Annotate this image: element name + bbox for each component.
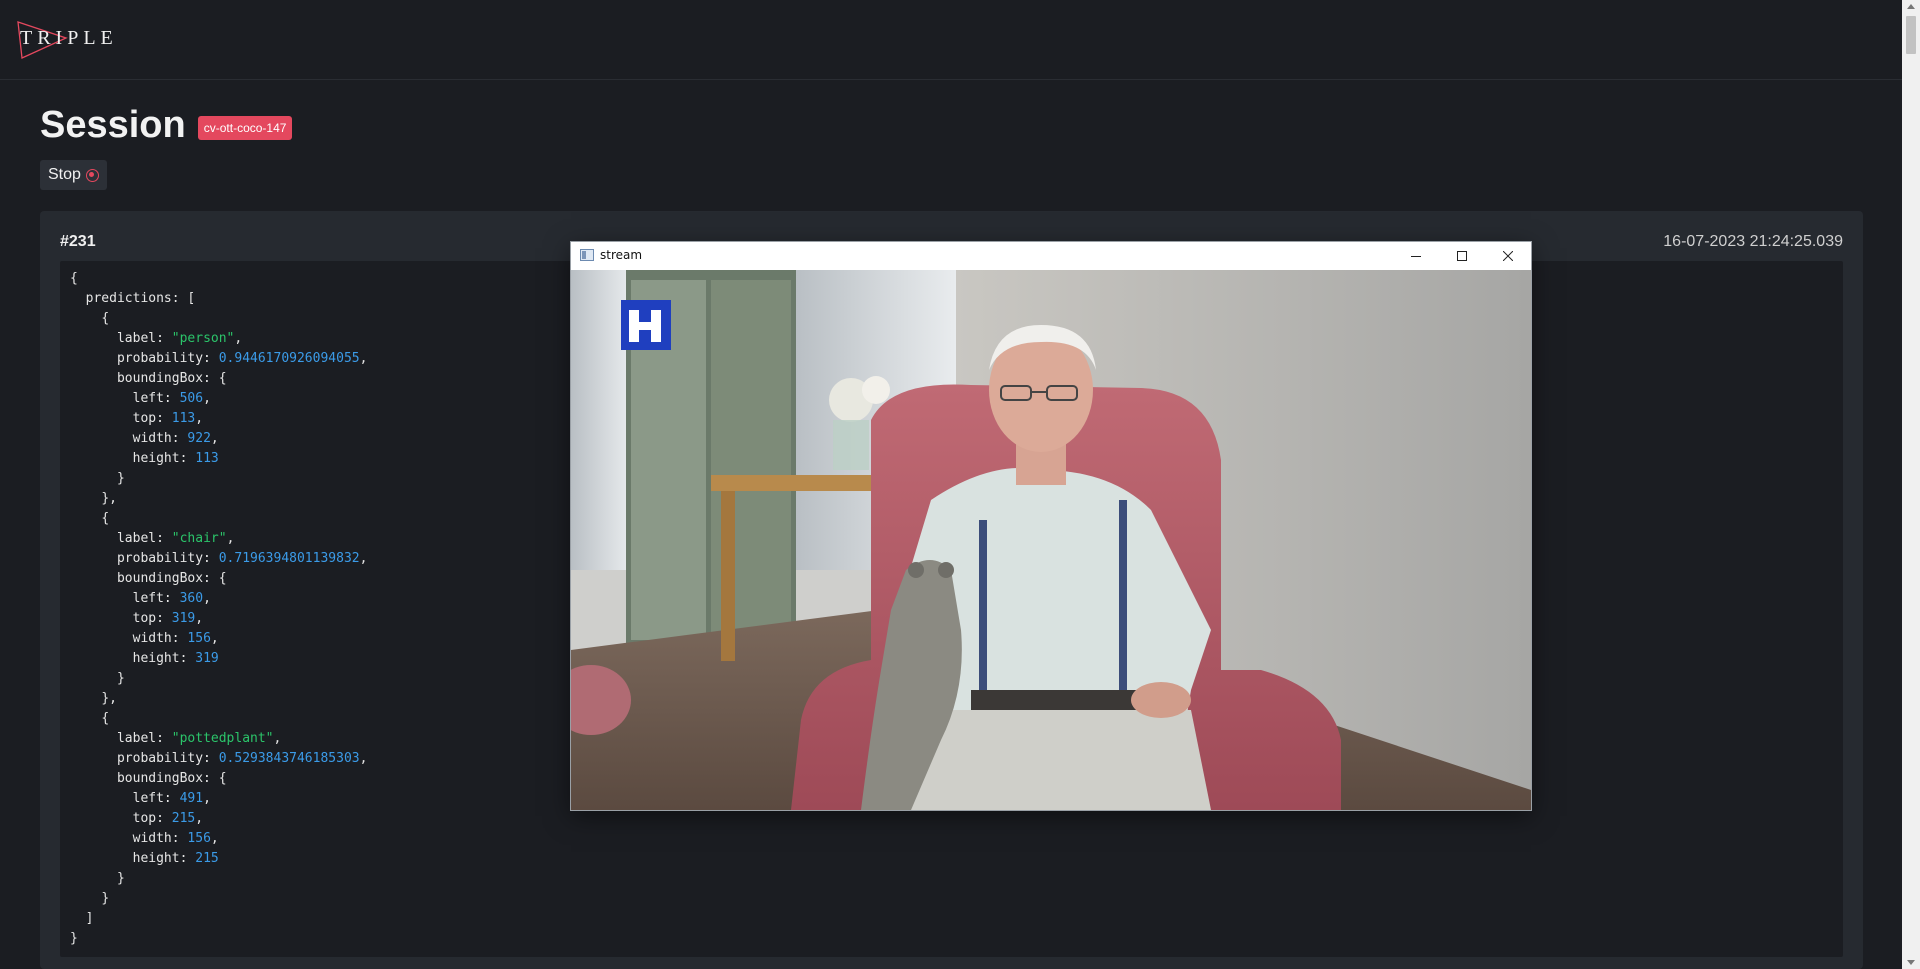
page-scrollbar[interactable] (1902, 0, 1920, 969)
session-badge: cv-ott-coco-147 (197, 115, 293, 140)
maximize-icon (1457, 251, 1467, 261)
logo-text: TRIPLE (20, 27, 118, 49)
stream-window[interactable]: stream (571, 242, 1531, 810)
title-row: Session cv-ott-coco-147 (40, 104, 293, 147)
code-line: } (116, 871, 125, 886)
code-line: ] (85, 911, 94, 926)
bbox-width: width: 156, (132, 831, 219, 846)
minimize-icon (1411, 256, 1421, 257)
close-button[interactable] (1485, 242, 1531, 270)
stop-button[interactable]: Stop (40, 160, 107, 190)
bbox-height: height: 215 (132, 851, 219, 866)
minimize-button[interactable] (1393, 242, 1439, 270)
stream-window-title: stream (600, 248, 643, 262)
code-line: } (70, 931, 78, 946)
code-line: } (101, 891, 110, 906)
video-frame (571, 270, 1531, 810)
video-frame-image (571, 270, 1531, 810)
top-bar: TRIPLE (0, 0, 1902, 80)
scroll-down-icon[interactable] (1907, 960, 1915, 965)
page-title: Session (40, 104, 186, 146)
stream-window-titlebar[interactable]: stream (571, 242, 1531, 270)
triple-logo[interactable]: TRIPLE (16, 18, 113, 62)
maximize-button[interactable] (1439, 242, 1485, 270)
bbox-top: top: 215, (132, 811, 204, 826)
record-stop-icon (85, 168, 99, 182)
scroll-up-icon[interactable] (1907, 4, 1915, 9)
close-icon (1503, 251, 1513, 261)
window-app-icon (580, 249, 594, 261)
frame-timestamp: 16-07-2023 21:24:25.039 (1663, 233, 1843, 250)
stop-label: Stop (48, 166, 81, 183)
scroll-thumb[interactable] (1906, 16, 1916, 54)
frame-id: #231 (60, 233, 96, 250)
